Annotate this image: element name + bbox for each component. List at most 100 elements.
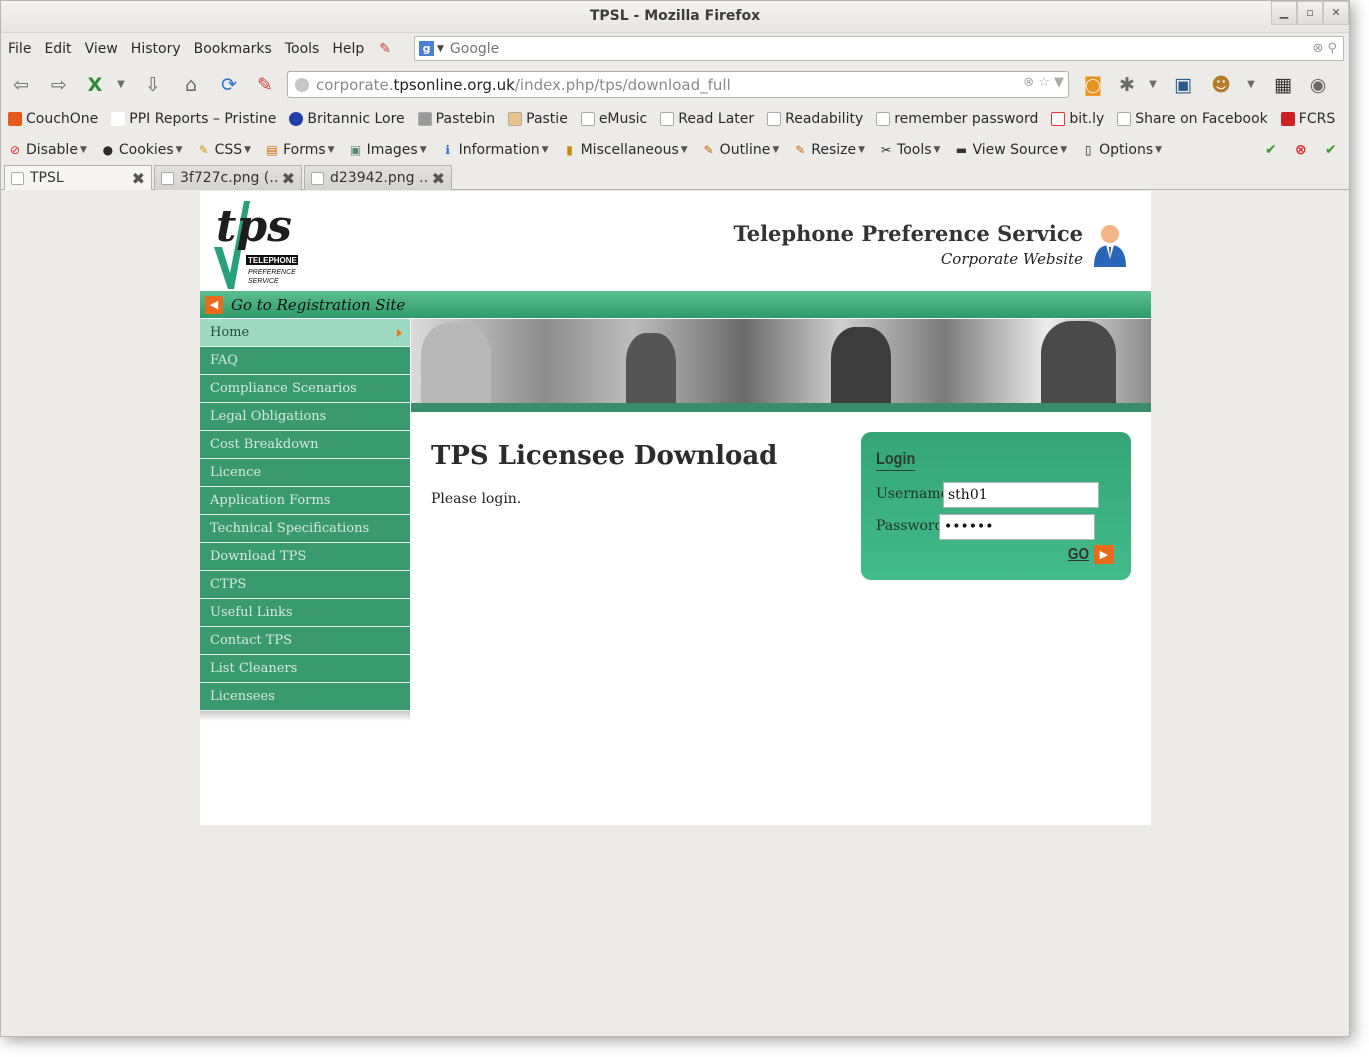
devtool-images[interactable]: ▣ Images ▼ (349, 142, 427, 158)
addon-icon[interactable]: ✱ (1115, 73, 1139, 97)
forward-icon[interactable]: ⇨ (47, 73, 71, 97)
tab-d23942[interactable]: d23942.png … ✖ (304, 165, 452, 190)
star-icon[interactable]: ⊗ ☆ ▼ (1023, 75, 1064, 90)
close-tab-icon[interactable]: ✖ (432, 169, 445, 188)
bookmark-item[interactable]: eMusic (580, 111, 647, 127)
nav-item-licence[interactable]: Licence (200, 459, 410, 487)
images-icon: ▣ (349, 143, 362, 157)
close-tab-icon[interactable]: ✖ (132, 169, 145, 188)
edit-pencil-icon[interactable]: ✎ (253, 73, 277, 97)
bookmark-item[interactable]: bit.ly (1051, 111, 1104, 127)
devtool-information[interactable]: ℹ Information ▼ (441, 142, 549, 158)
bookmark-item[interactable]: Share on Facebook (1117, 111, 1268, 127)
tab-3f727c[interactable]: 3f727c.png (… ✖ (154, 165, 302, 190)
nav-item-home[interactable]: Home (200, 319, 410, 347)
check-icon[interactable]: ✔ (1265, 142, 1277, 158)
bookmark-item[interactable]: Pastebin (417, 111, 495, 127)
rss-icon[interactable]: ◙ (1081, 73, 1105, 97)
nav-item-useful-links[interactable]: Useful Links (200, 599, 410, 627)
chevron-down-icon: ▼ (79, 145, 87, 155)
devtool-label: Options (1099, 142, 1154, 158)
menu-edit[interactable]: Edit (44, 41, 71, 57)
chevron-down-icon: ▼ (541, 145, 549, 155)
back-icon[interactable]: ⇦ (9, 73, 33, 97)
devtool-resize[interactable]: ✎ Resize ▼ (793, 142, 865, 158)
evernote-icon[interactable]: ▣ (1171, 73, 1195, 97)
bookmark-item[interactable]: Pastie (508, 111, 568, 127)
maximize-icon[interactable]: ▫ (1297, 1, 1323, 25)
download-icon[interactable]: ⇩ (141, 73, 165, 97)
devtool-disable[interactable]: ⊘ Disable ▼ (8, 142, 87, 158)
devtool-outline[interactable]: ✎ Outline ▼ (702, 142, 780, 158)
devtool-options[interactable]: ▯ Options ▼ (1081, 142, 1162, 158)
search-icon[interactable]: ⊗ ⚲ (1312, 41, 1343, 56)
password-field[interactable]: •••••• (939, 514, 1095, 540)
nav-item-legal-obligations[interactable]: Legal Obligations (200, 403, 410, 431)
menu-view[interactable]: View (85, 41, 118, 57)
home-icon[interactable]: ⌂ (179, 73, 203, 97)
menu-icon[interactable]: ◉ (1306, 73, 1330, 97)
devtool-css[interactable]: ✎ CSS ▼ (197, 142, 252, 158)
nav-item-faq[interactable]: FAQ (200, 347, 410, 375)
tps-logo[interactable]: tps TELEPHONE PREFERENCE SERVICE (210, 197, 302, 293)
minimize-icon[interactable]: ▁ (1271, 1, 1297, 25)
bookmark-item[interactable]: Readability (767, 111, 863, 127)
google-icon[interactable]: g (419, 41, 434, 56)
close-tab-icon[interactable]: ✖ (282, 169, 295, 188)
reload-icon[interactable]: ⟳ (217, 73, 241, 97)
nav-item-contact-tps[interactable]: Contact TPS (200, 627, 410, 655)
chevron-down-icon[interactable]: ▼ (109, 73, 133, 97)
nav-item-list-cleaners[interactable]: List Cleaners (200, 655, 410, 683)
url-bar[interactable]: corporate. tpsonline.org.uk/index.php/tps… (287, 71, 1069, 98)
search-bar[interactable]: g ▼ ⊗ ⚲ (414, 36, 1344, 61)
page-icon (1117, 111, 1132, 126)
chevron-down-icon[interactable]: ▼ (1239, 73, 1263, 97)
page-viewport: tps TELEPHONE PREFERENCE SERVICE Telepho… (1, 191, 1349, 1036)
menu-bookmarks[interactable]: Bookmarks (194, 41, 272, 57)
registration-bar[interactable]: ◀ Go to Registration Site (200, 291, 1151, 318)
banner-figure (626, 333, 676, 403)
overflow-chevron-icon[interactable]: » (1348, 111, 1349, 127)
menu-help[interactable]: Help (332, 41, 364, 57)
tab-label: d23942.png … (330, 170, 428, 186)
bookmark-item[interactable]: Britannic Lore (289, 111, 405, 127)
devtool-cookies[interactable]: ● Cookies ▼ (101, 142, 183, 158)
menu-tools[interactable]: Tools (285, 41, 320, 57)
nav-item-application-forms[interactable]: Application Forms (200, 487, 410, 515)
chevron-down-icon[interactable]: ▼ (437, 44, 444, 54)
bookmark-item[interactable]: PPI Reports – Pristine (111, 111, 276, 127)
grid-icon[interactable]: ▦ (1271, 73, 1295, 97)
nav-item-technical-specifications[interactable]: Technical Specifications (200, 515, 410, 543)
bookmark-item[interactable]: CouchOne (8, 111, 98, 127)
bookmarks-toolbar: CouchOne PPI Reports – Pristine Britanni… (1, 104, 1349, 133)
devtool-miscellaneous[interactable]: ▮ Miscellaneous ▼ (563, 142, 687, 158)
bookmark-item[interactable]: Read Later (660, 111, 754, 127)
bookmark-item[interactable]: remember password (876, 111, 1038, 127)
username-field[interactable]: sth01 (943, 482, 1099, 508)
nav-item-cost-breakdown[interactable]: Cost Breakdown (200, 431, 410, 459)
error-icon[interactable]: ⊗ (1295, 142, 1307, 158)
nav-item-compliance-scenarios[interactable]: Compliance Scenarios (200, 375, 410, 403)
check-icon[interactable]: ✔ (1325, 142, 1337, 158)
close-window-icon[interactable]: ✕ (1323, 1, 1349, 25)
nav-item-download-tps[interactable]: Download TPS (200, 543, 410, 571)
menu-history[interactable]: History (131, 41, 181, 57)
devtool-tools[interactable]: ✂ Tools ▼ (879, 142, 940, 158)
bookmark-item[interactable]: FCRS (1280, 111, 1335, 127)
nav-item-licensees[interactable]: Licensees (200, 683, 410, 711)
registration-link[interactable]: Go to Registration Site (231, 296, 405, 314)
edit-pencil-icon[interactable]: ✎ (379, 41, 391, 57)
tab-tpsl[interactable]: TPSL ✖ (4, 165, 152, 190)
excel-icon[interactable]: X (83, 73, 107, 97)
tools-icon: ✂ (881, 143, 892, 157)
resize-icon: ✎ (795, 143, 806, 157)
menu-file[interactable]: File (8, 41, 31, 57)
devtool-forms[interactable]: ▤ Forms ▼ (265, 142, 334, 158)
devtool-label: Images (366, 142, 418, 158)
greasemonkey-icon[interactable]: ☻ (1209, 73, 1233, 97)
search-input[interactable] (449, 40, 1313, 57)
devtool-view-source[interactable]: ▬ View Source ▼ (954, 142, 1067, 158)
go-button[interactable]: GO ▶ (1066, 545, 1114, 564)
nav-item-ctps[interactable]: CTPS (200, 571, 410, 599)
chevron-down-icon[interactable]: ▼ (1141, 73, 1165, 97)
